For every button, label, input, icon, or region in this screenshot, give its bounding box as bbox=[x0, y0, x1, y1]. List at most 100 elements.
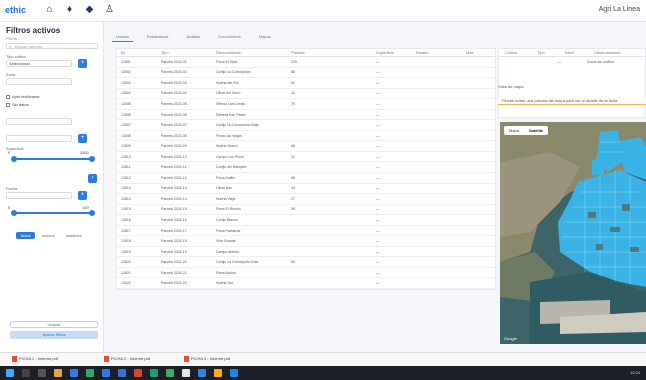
column-header[interactable]: Superficie bbox=[372, 50, 412, 55]
user-icon[interactable]: ♙ bbox=[104, 4, 115, 15]
table-row[interactable]: 12620 Parcela 2024-20 Cortijo La Concepció… bbox=[117, 257, 495, 268]
pill-inactivos[interactable]: Inactivos bbox=[62, 232, 86, 239]
pill-activos[interactable]: Activos bbox=[38, 232, 59, 239]
app-logo[interactable]: ethic bbox=[5, 5, 26, 15]
app-icon[interactable] bbox=[214, 369, 222, 377]
start-icon[interactable] bbox=[6, 369, 14, 377]
column-header[interactable]: Más bbox=[462, 50, 497, 55]
map-canvas[interactable] bbox=[500, 122, 646, 344]
table-cell: Olivar Alto bbox=[216, 186, 232, 191]
pill-todos[interactable]: Todos bbox=[16, 232, 35, 239]
slider-handle-max[interactable] bbox=[89, 156, 95, 162]
table-row[interactable]: 12611 Parcela 2024-11 Cortijo del Marqués — bbox=[117, 162, 495, 174]
table-row[interactable]: 12617 Parcela 2024-17 Finca Palmeras — bbox=[117, 226, 495, 237]
fecha-slider[interactable] bbox=[11, 210, 95, 216]
table-cell: 12604 bbox=[121, 91, 131, 96]
pin-icon[interactable]: ♦ bbox=[64, 4, 75, 15]
app-icon[interactable] bbox=[134, 369, 142, 377]
collapse-button[interactable]: › bbox=[88, 174, 97, 183]
table-cell: 12621 bbox=[121, 270, 131, 275]
table-row[interactable]: 12605 Parcela 2024-05 Viñedo Las Lomas 75 — bbox=[117, 99, 495, 110]
fecha-select[interactable] bbox=[6, 192, 72, 199]
table-row[interactable]: 12610 Parcela 2024-10 Campo Los Pinos 31 — bbox=[117, 152, 495, 163]
satellite-map[interactable]: Mapa Satélite Google bbox=[500, 122, 646, 344]
table-cell: Parcela 2024-04 bbox=[161, 91, 187, 96]
table-row[interactable]: 12602 Parcela 2024-02 Cortijo La Concepció… bbox=[117, 68, 495, 79]
slider-handle-min[interactable] bbox=[11, 210, 17, 216]
app-icon[interactable] bbox=[182, 369, 190, 377]
zona-select[interactable] bbox=[6, 78, 72, 85]
table-cell: 40 bbox=[291, 91, 295, 96]
search-icon[interactable] bbox=[22, 369, 30, 377]
folder-icon[interactable] bbox=[54, 369, 62, 377]
app-icon[interactable] bbox=[150, 369, 158, 377]
clock[interactable]: 10:24 bbox=[630, 370, 640, 375]
task-view-icon[interactable] bbox=[38, 369, 46, 377]
apply-filters-button[interactable]: Aplicar filtros bbox=[10, 331, 98, 339]
table-row[interactable]: 12607 Parcela 2024-07 Cortijo La Concepció… bbox=[117, 120, 495, 131]
table-row[interactable]: 12603 Parcela 2024-03 Huerta del Río 52 — bbox=[117, 78, 495, 89]
tipo-add-button[interactable]: + bbox=[78, 134, 87, 143]
table-cell: Huerta Vieja bbox=[216, 196, 236, 201]
shield-icon[interactable]: ◆ bbox=[84, 4, 95, 15]
fecha-add-button[interactable]: + bbox=[78, 191, 87, 200]
slider-handle-min[interactable] bbox=[11, 156, 17, 162]
table-row[interactable]: 12608 Parcela 2024-08 Finca Las Vegas — bbox=[117, 131, 495, 142]
table-row[interactable]: 12621 Parcela 2024-21 Finca Molino — bbox=[117, 268, 495, 279]
column-header[interactable]: Denominación bbox=[212, 50, 287, 55]
table-row[interactable]: 12616 Parcela 2024-16 Cortijo Blanco — bbox=[117, 215, 495, 226]
table-row[interactable]: 12606 Parcela 2024-06 Dehesa San Pedro — bbox=[117, 110, 495, 121]
map-type-map[interactable]: Mapa bbox=[504, 126, 524, 135]
table-row[interactable]: 12615 Parcela 2024-15 Finca El Rincón 39 — bbox=[117, 205, 495, 216]
browser-icon[interactable] bbox=[70, 369, 78, 377]
table-row[interactable]: 12618 Parcela 2024-18 Viña Grande — bbox=[117, 236, 495, 247]
table-row[interactable]: 12601 Parcela 2024-01 Finca El Tejar 120 — bbox=[117, 57, 495, 68]
download-item[interactable]: FICHA 3 - Informe.pdf bbox=[184, 356, 230, 362]
table-row[interactable]: 12619 Parcela 2024-19 Campo Abierto — bbox=[117, 247, 495, 258]
app-icon[interactable] bbox=[86, 369, 94, 377]
check-sin-datos[interactable]: Sin datos bbox=[6, 102, 29, 107]
check-apto[interactable]: Apto fertilizante bbox=[6, 94, 40, 99]
download-item[interactable]: FICHA 2 - Informe.pdf bbox=[104, 356, 150, 362]
column-header[interactable]: ID bbox=[117, 50, 157, 55]
download-item[interactable]: FICHA 1 - Informe.pdf bbox=[12, 356, 58, 362]
table-cell: — bbox=[376, 123, 380, 128]
table-row[interactable]: 12604 Parcela 2024-04 Olivar del Cerro 40 — bbox=[117, 89, 495, 100]
table-cell: Cortijo del Marqués bbox=[216, 165, 247, 170]
table-cell: 12603 bbox=[121, 80, 131, 85]
table-row[interactable]: 12622 Parcela 2024-22 Huerta Sur — bbox=[117, 278, 495, 290]
app-icon[interactable] bbox=[230, 369, 238, 377]
account-name[interactable]: Agri La Linea bbox=[599, 6, 640, 13]
tab-estadisticas[interactable]: Estadísticas bbox=[143, 32, 173, 42]
map-type-satellite[interactable]: Satélite bbox=[524, 126, 548, 135]
estado-select[interactable] bbox=[6, 118, 72, 125]
table-body: 12601 Parcela 2024-01 Finca El Tejar 120—12… bbox=[117, 57, 495, 290]
app-icon[interactable] bbox=[198, 369, 206, 377]
app-icon[interactable] bbox=[102, 369, 110, 377]
table-row[interactable]: 12609 Parcela 2024-09 Huerto Nuevo 66 — bbox=[117, 141, 495, 152]
clear-filters-button[interactable]: Limpiar bbox=[10, 321, 98, 328]
top-bar: ethic ⌂ ♦ ◆ ♙ Agri La Linea bbox=[0, 0, 646, 22]
tab-documentos[interactable]: Documentos bbox=[214, 32, 244, 42]
tab-listado[interactable]: Listado bbox=[112, 32, 133, 42]
cultivo-select[interactable]: Seleccionar bbox=[6, 60, 72, 67]
table-row[interactable]: 12614 Parcela 2024-14 Huerta Vieja 27 — bbox=[117, 194, 495, 205]
column-header[interactable]: Parcela bbox=[287, 50, 372, 55]
table-cell: 31 bbox=[291, 154, 295, 159]
table-row[interactable]: 12613 Parcela 2024-13 Olivar Alto 44 — bbox=[117, 184, 495, 195]
tab-mapas[interactable]: Mapas bbox=[255, 32, 275, 42]
detail-row[interactable]: — Zona de cultivo bbox=[499, 57, 645, 65]
tipo-select[interactable] bbox=[6, 135, 72, 142]
search-input[interactable]: ⌕ Buscar parcela bbox=[6, 43, 98, 49]
table-row[interactable]: 12612 Parcela 2024-12 Finca Sotillo 58 — bbox=[117, 173, 495, 184]
cultivo-add-button[interactable]: + bbox=[78, 59, 87, 68]
slider-handle-max[interactable] bbox=[89, 210, 95, 216]
app-icon[interactable] bbox=[166, 369, 174, 377]
superficie-slider[interactable] bbox=[11, 156, 95, 162]
app-icon[interactable] bbox=[118, 369, 126, 377]
tab-analisis[interactable]: Análisis bbox=[182, 32, 204, 42]
table-cell: — bbox=[376, 281, 380, 286]
home-icon[interactable]: ⌂ bbox=[44, 4, 55, 15]
column-header[interactable]: Tipo bbox=[157, 50, 212, 55]
column-header[interactable]: Estado bbox=[412, 50, 462, 55]
